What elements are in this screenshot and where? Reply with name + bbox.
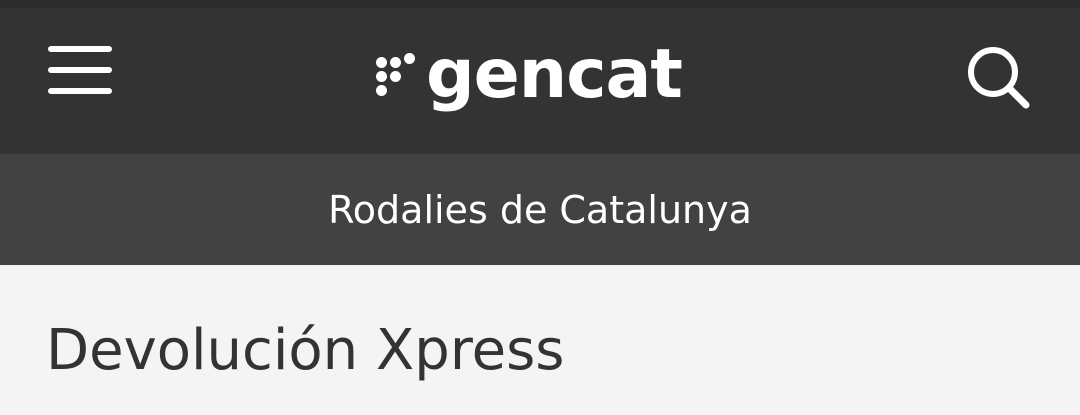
site-header: gencat [0, 8, 1080, 154]
gencat-logo[interactable]: gencat [374, 30, 683, 120]
search-button[interactable] [962, 42, 1038, 112]
magnifier-search-icon [968, 47, 1030, 109]
main-content: Devolución Xpress [0, 265, 1080, 415]
section-bar: Rodalies de Catalunya [0, 154, 1080, 265]
status-strip [0, 0, 1080, 8]
page-title: Devolución Xpress [46, 318, 565, 383]
gencat-logo-dots-icon [374, 53, 420, 101]
menu-button[interactable] [46, 42, 116, 98]
section-title-link[interactable]: Rodalies de Catalunya [328, 188, 752, 232]
logo-text: gencat [426, 35, 683, 114]
